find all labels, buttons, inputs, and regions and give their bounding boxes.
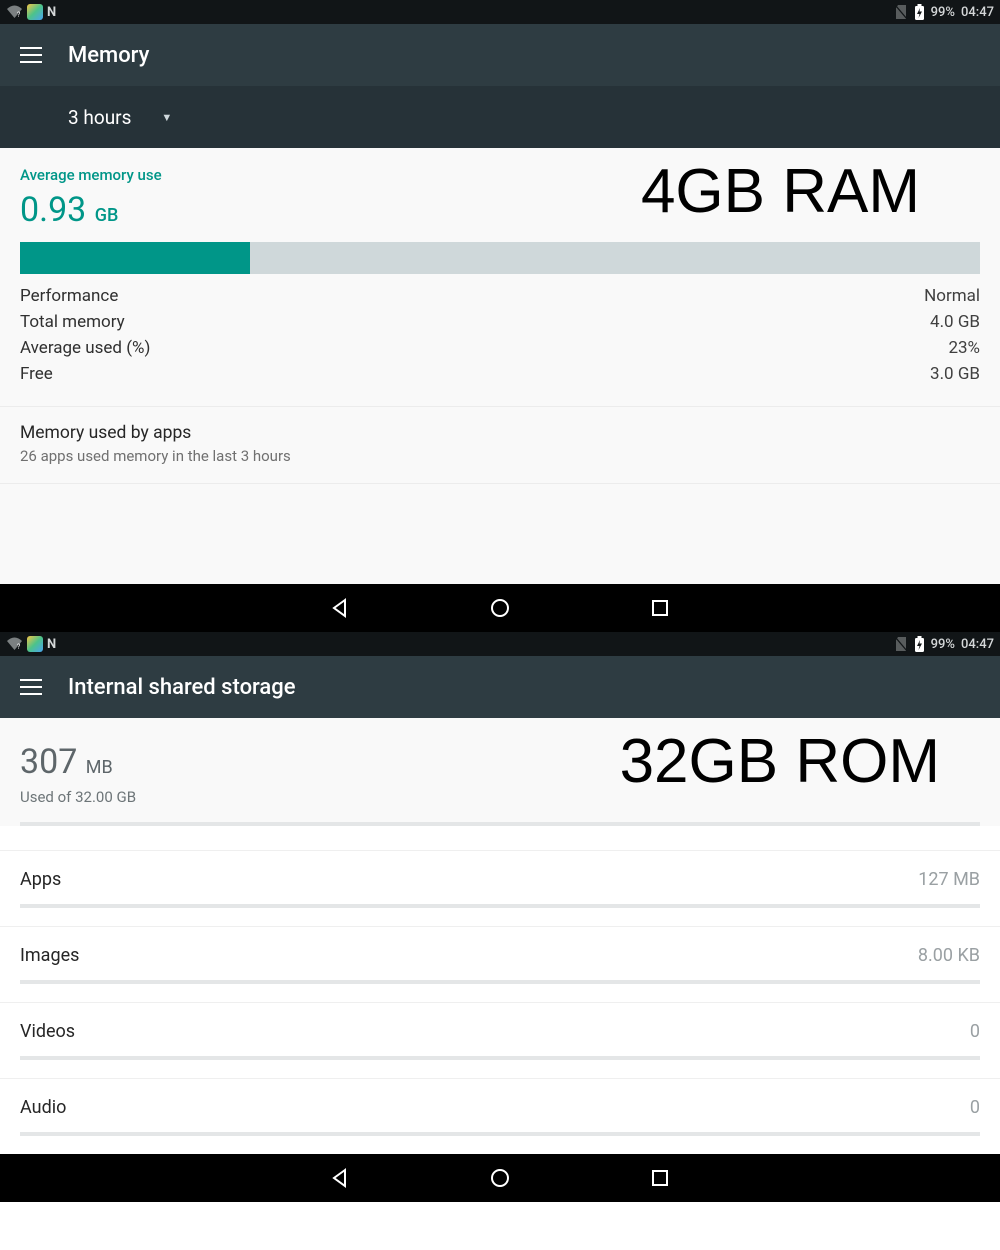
navigation-bar-top <box>0 584 1000 632</box>
memory-bar <box>20 242 980 274</box>
memory-used-by-apps[interactable]: Memory used by apps 26 apps used memory … <box>20 407 980 483</box>
memory-stat-row: Total memory 4.0 GB <box>20 312 980 332</box>
category-size: 127 MB <box>918 869 980 890</box>
category-name: Images <box>20 945 79 966</box>
category-name: Videos <box>20 1021 75 1042</box>
memory-stat-row: Free 3.0 GB <box>20 364 980 384</box>
chevron-down-icon: ▼ <box>161 111 172 124</box>
ram-annotation: 4GB RAM <box>641 156 920 227</box>
apps-row-title: Memory used by apps <box>20 423 980 443</box>
menu-icon[interactable] <box>20 679 42 695</box>
sd-card-off-icon <box>895 636 908 652</box>
menu-icon[interactable] <box>20 47 42 63</box>
storage-category[interactable]: Videos 0 <box>0 1002 1000 1060</box>
memory-stat-row: Average used (%) 23% <box>20 338 980 358</box>
divider <box>0 483 1000 484</box>
memory-summary: 4GB RAM Average memory use 0.93 GB Perfo… <box>0 148 1000 484</box>
status-time: 04:47 <box>961 5 994 20</box>
stat-value: 3.0 GB <box>930 364 980 384</box>
category-name: Apps <box>20 869 61 890</box>
nav-recents-button[interactable] <box>649 1167 671 1189</box>
storage-category[interactable]: Apps 127 MB <box>0 850 1000 908</box>
storage-category-list: Apps 127 MB Images 8.00 KB Videos 0 Audio 0 <box>0 850 1000 1136</box>
stat-value: 23% <box>948 338 980 358</box>
category-bar <box>20 980 980 984</box>
n-letter-icon: N <box>47 637 56 652</box>
stat-value: 4.0 GB <box>930 312 980 332</box>
rom-annotation: 32GB ROM <box>620 726 940 797</box>
nav-back-button[interactable] <box>329 1167 351 1189</box>
svg-text:?: ? <box>17 643 21 651</box>
stat-value: Normal <box>924 286 980 306</box>
apps-row-subtitle: 26 apps used memory in the last 3 hours <box>20 447 980 465</box>
category-size: 8.00 KB <box>918 945 980 966</box>
storage-summary: 32GB ROM 307 MB Used of 32.00 GB <box>0 718 1000 826</box>
storage-action-bar: Internal shared storage <box>0 656 1000 718</box>
blank-area <box>0 484 1000 584</box>
page-title: Internal shared storage <box>68 675 296 700</box>
storage-bar <box>20 822 980 826</box>
nav-home-button[interactable] <box>489 597 511 619</box>
stat-label: Performance <box>20 286 118 306</box>
memory-stat-row: Performance Normal <box>20 286 980 306</box>
app-icon <box>27 4 43 20</box>
stat-label: Average used (%) <box>20 338 150 358</box>
nav-home-button[interactable] <box>489 1167 511 1189</box>
category-name: Audio <box>20 1097 66 1118</box>
app-icon <box>27 636 43 652</box>
battery-percent: 99% <box>931 5 955 20</box>
time-range-label: 3 hours <box>68 106 131 129</box>
sd-card-off-icon <box>895 4 908 20</box>
stat-label: Total memory <box>20 312 125 332</box>
status-bar-bottom: ? N 99% 04:47 <box>0 632 1000 656</box>
page-title: Memory <box>68 43 149 68</box>
wifi-question-icon: ? <box>6 637 23 651</box>
status-time: 04:47 <box>961 637 994 652</box>
n-letter-icon: N <box>47 5 56 20</box>
category-bar <box>20 1056 980 1060</box>
battery-charging-icon <box>914 636 925 653</box>
nav-recents-button[interactable] <box>649 597 671 619</box>
time-range-selector[interactable]: 3 hours ▼ <box>0 86 1000 148</box>
stat-label: Free <box>20 364 53 384</box>
battery-charging-icon <box>914 4 925 21</box>
storage-category[interactable]: Audio 0 <box>0 1078 1000 1136</box>
navigation-bar-bottom <box>0 1154 1000 1202</box>
status-bar-top: ? N 99% 04:47 <box>0 0 1000 24</box>
storage-category[interactable]: Images 8.00 KB <box>0 926 1000 984</box>
category-size: 0 <box>970 1097 980 1118</box>
battery-percent: 99% <box>931 637 955 652</box>
category-bar <box>20 904 980 908</box>
memory-action-bar: Memory <box>0 24 1000 86</box>
category-bar <box>20 1132 980 1136</box>
nav-back-button[interactable] <box>329 597 351 619</box>
svg-text:?: ? <box>17 11 21 19</box>
memory-bar-fill <box>20 242 250 274</box>
category-size: 0 <box>970 1021 980 1042</box>
wifi-question-icon: ? <box>6 5 23 19</box>
